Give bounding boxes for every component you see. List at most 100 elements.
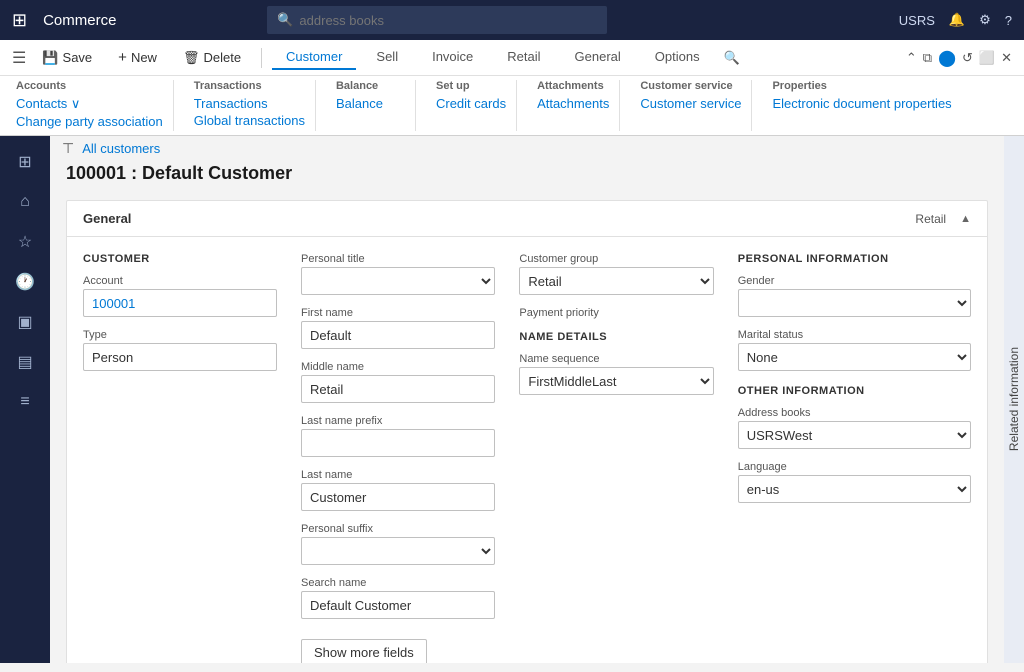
first-name-input[interactable] xyxy=(301,321,495,349)
tab-sell[interactable]: Sell xyxy=(362,45,412,70)
customer-group-select[interactable]: Retail xyxy=(519,267,713,295)
page-title: 100001 : Default Customer xyxy=(50,161,1004,192)
group-balance-label: Balance xyxy=(336,80,405,92)
first-name-field: First name xyxy=(301,307,495,349)
name-sequence-label: Name sequence xyxy=(519,353,713,365)
help-icon[interactable]: ? xyxy=(1005,13,1012,28)
account-input[interactable] xyxy=(83,289,277,317)
group-attachments-label: Attachments xyxy=(537,80,609,92)
filter-icon[interactable]: ⊤ xyxy=(62,140,74,157)
personal-info-title: PERSONAL INFORMATION xyxy=(738,253,971,265)
delete-button[interactable]: 🗑 Delete xyxy=(173,46,251,70)
last-name-prefix-input[interactable] xyxy=(301,429,495,457)
general-section: General Retail ▲ CUSTOMER Account xyxy=(66,200,988,663)
save-button[interactable]: 💾 Save xyxy=(32,46,102,70)
nav-home-icon[interactable]: ⌂ xyxy=(7,184,43,220)
settings-icon[interactable]: ⚙ xyxy=(979,12,991,28)
general-section-header[interactable]: General Retail ▲ xyxy=(67,201,987,237)
retail-badge: Retail xyxy=(915,212,946,226)
right-panel[interactable]: Related information xyxy=(1004,136,1024,663)
ribbon-icon-4[interactable]: ⬜ xyxy=(979,50,995,66)
group-transactions-items: Transactions Global transactions xyxy=(194,96,305,128)
close-icon[interactable]: ✕ xyxy=(1001,50,1012,66)
general-form-layout: CUSTOMER Account Type xyxy=(83,253,971,663)
nav-grid-icon[interactable]: ⊞ xyxy=(7,144,43,180)
form-scroll: General Retail ▲ CUSTOMER Account xyxy=(50,192,1004,663)
show-more-button[interactable]: Show more fields xyxy=(301,639,427,663)
balance-link[interactable]: Balance xyxy=(336,96,405,111)
personal-title-label: Personal title xyxy=(301,253,495,265)
top-collapse-icon[interactable]: ⌃ xyxy=(906,50,917,66)
personal-suffix-label: Personal suffix xyxy=(301,523,495,535)
top-bar: ⊞ Commerce 🔍 USRS 🔔 ⚙ ? xyxy=(0,0,1024,40)
tab-customer[interactable]: Customer xyxy=(272,45,356,70)
nav-menu-icon[interactable]: ≡ xyxy=(7,384,43,420)
nav-star-icon[interactable]: ☆ xyxy=(7,224,43,260)
other-info-title: OTHER INFORMATION xyxy=(738,385,971,397)
contacts-link[interactable]: Contacts ∨ xyxy=(16,96,163,112)
group-accounts-items: Contacts ∨ Change party association xyxy=(16,96,163,129)
gender-select[interactable] xyxy=(738,289,971,317)
electronic-doc-link[interactable]: Electronic document properties xyxy=(772,96,951,111)
ribbon-action-bar: ☰ 💾 Save + New 🗑 Delete Customer Sell In… xyxy=(0,40,1024,76)
language-select[interactable]: en-us xyxy=(738,475,971,503)
personal-title-select[interactable] xyxy=(301,267,495,295)
search-icon: 🔍 xyxy=(277,12,293,28)
app-title: Commerce xyxy=(43,12,116,29)
marital-status-select[interactable]: None xyxy=(738,343,971,371)
search-bar[interactable]: 🔍 xyxy=(267,6,607,34)
last-name-input[interactable] xyxy=(301,483,495,511)
customer-service-link[interactable]: Customer service xyxy=(640,96,741,111)
collapse-up-icon[interactable]: ▲ xyxy=(960,213,971,225)
bell-icon[interactable]: 🔔 xyxy=(949,12,965,28)
attachments-link[interactable]: Attachments xyxy=(537,96,609,111)
last-name-prefix-label: Last name prefix xyxy=(301,415,495,427)
ribbon-icon-1[interactable]: ⧉ xyxy=(923,50,932,66)
group-accounts-label: Accounts xyxy=(16,80,163,92)
search-ribbon-icon[interactable]: 🔍 xyxy=(724,50,740,66)
tab-retail[interactable]: Retail xyxy=(493,45,554,70)
tab-invoice[interactable]: Invoice xyxy=(418,45,487,70)
middle-name-field: Middle name xyxy=(301,361,495,403)
search-input[interactable] xyxy=(299,13,597,28)
ribbon-icon-2[interactable]: ⬤ xyxy=(938,48,956,68)
last-name-label: Last name xyxy=(301,469,495,481)
credit-cards-link[interactable]: Credit cards xyxy=(436,96,506,111)
global-transactions-link[interactable]: Global transactions xyxy=(194,113,305,128)
main-layout: ⊞ ⌂ ☆ 🕐 ▣ ▤ ≡ ⊤ All customers 100001 : D… xyxy=(0,136,1024,663)
breadcrumb[interactable]: All customers xyxy=(82,141,160,156)
group-balance-items: Balance xyxy=(336,96,405,111)
transactions-link[interactable]: Transactions xyxy=(194,96,305,111)
tab-options[interactable]: Options xyxy=(641,45,714,70)
tab-general[interactable]: General xyxy=(561,45,635,70)
middle-name-input[interactable] xyxy=(301,375,495,403)
ribbon-groups: Accounts Contacts ∨ Change party associa… xyxy=(0,76,1024,136)
first-name-label: First name xyxy=(301,307,495,319)
nav-layers-icon[interactable]: ▤ xyxy=(7,344,43,380)
ribbon-group-transactions: Transactions Transactions Global transac… xyxy=(194,80,316,131)
grid-icon[interactable]: ⊞ xyxy=(12,10,27,31)
change-party-link[interactable]: Change party association xyxy=(16,114,163,129)
personal-col: Personal title First name Middle name xyxy=(301,253,495,663)
personal-suffix-field: Personal suffix xyxy=(301,523,495,565)
personal-suffix-select[interactable] xyxy=(301,537,495,565)
hamburger-icon[interactable]: ☰ xyxy=(12,48,26,68)
type-input[interactable] xyxy=(83,343,277,371)
new-icon: + xyxy=(118,49,127,66)
general-section-body: CUSTOMER Account Type xyxy=(67,237,987,663)
address-books-field: Address books USRSWest xyxy=(738,407,971,449)
group-setup-items: Credit cards xyxy=(436,96,506,111)
personal-info-col: PERSONAL INFORMATION Gender Marital stat… xyxy=(738,253,971,663)
top-bar-right: USRS 🔔 ⚙ ? xyxy=(899,12,1012,28)
ribbon-icon-3[interactable]: ↺ xyxy=(962,50,973,66)
address-books-select[interactable]: USRSWest xyxy=(738,421,971,449)
new-button[interactable]: + New xyxy=(108,45,167,70)
nav-card-icon[interactable]: ▣ xyxy=(7,304,43,340)
nav-clock-icon[interactable]: 🕐 xyxy=(7,264,43,300)
user-label: USRS xyxy=(899,13,935,28)
search-name-input[interactable] xyxy=(301,591,495,619)
last-name-field: Last name xyxy=(301,469,495,511)
group-transactions-label: Transactions xyxy=(194,80,305,92)
customer-group-label: Customer group xyxy=(519,253,713,265)
name-sequence-select[interactable]: FirstMiddleLast xyxy=(519,367,713,395)
